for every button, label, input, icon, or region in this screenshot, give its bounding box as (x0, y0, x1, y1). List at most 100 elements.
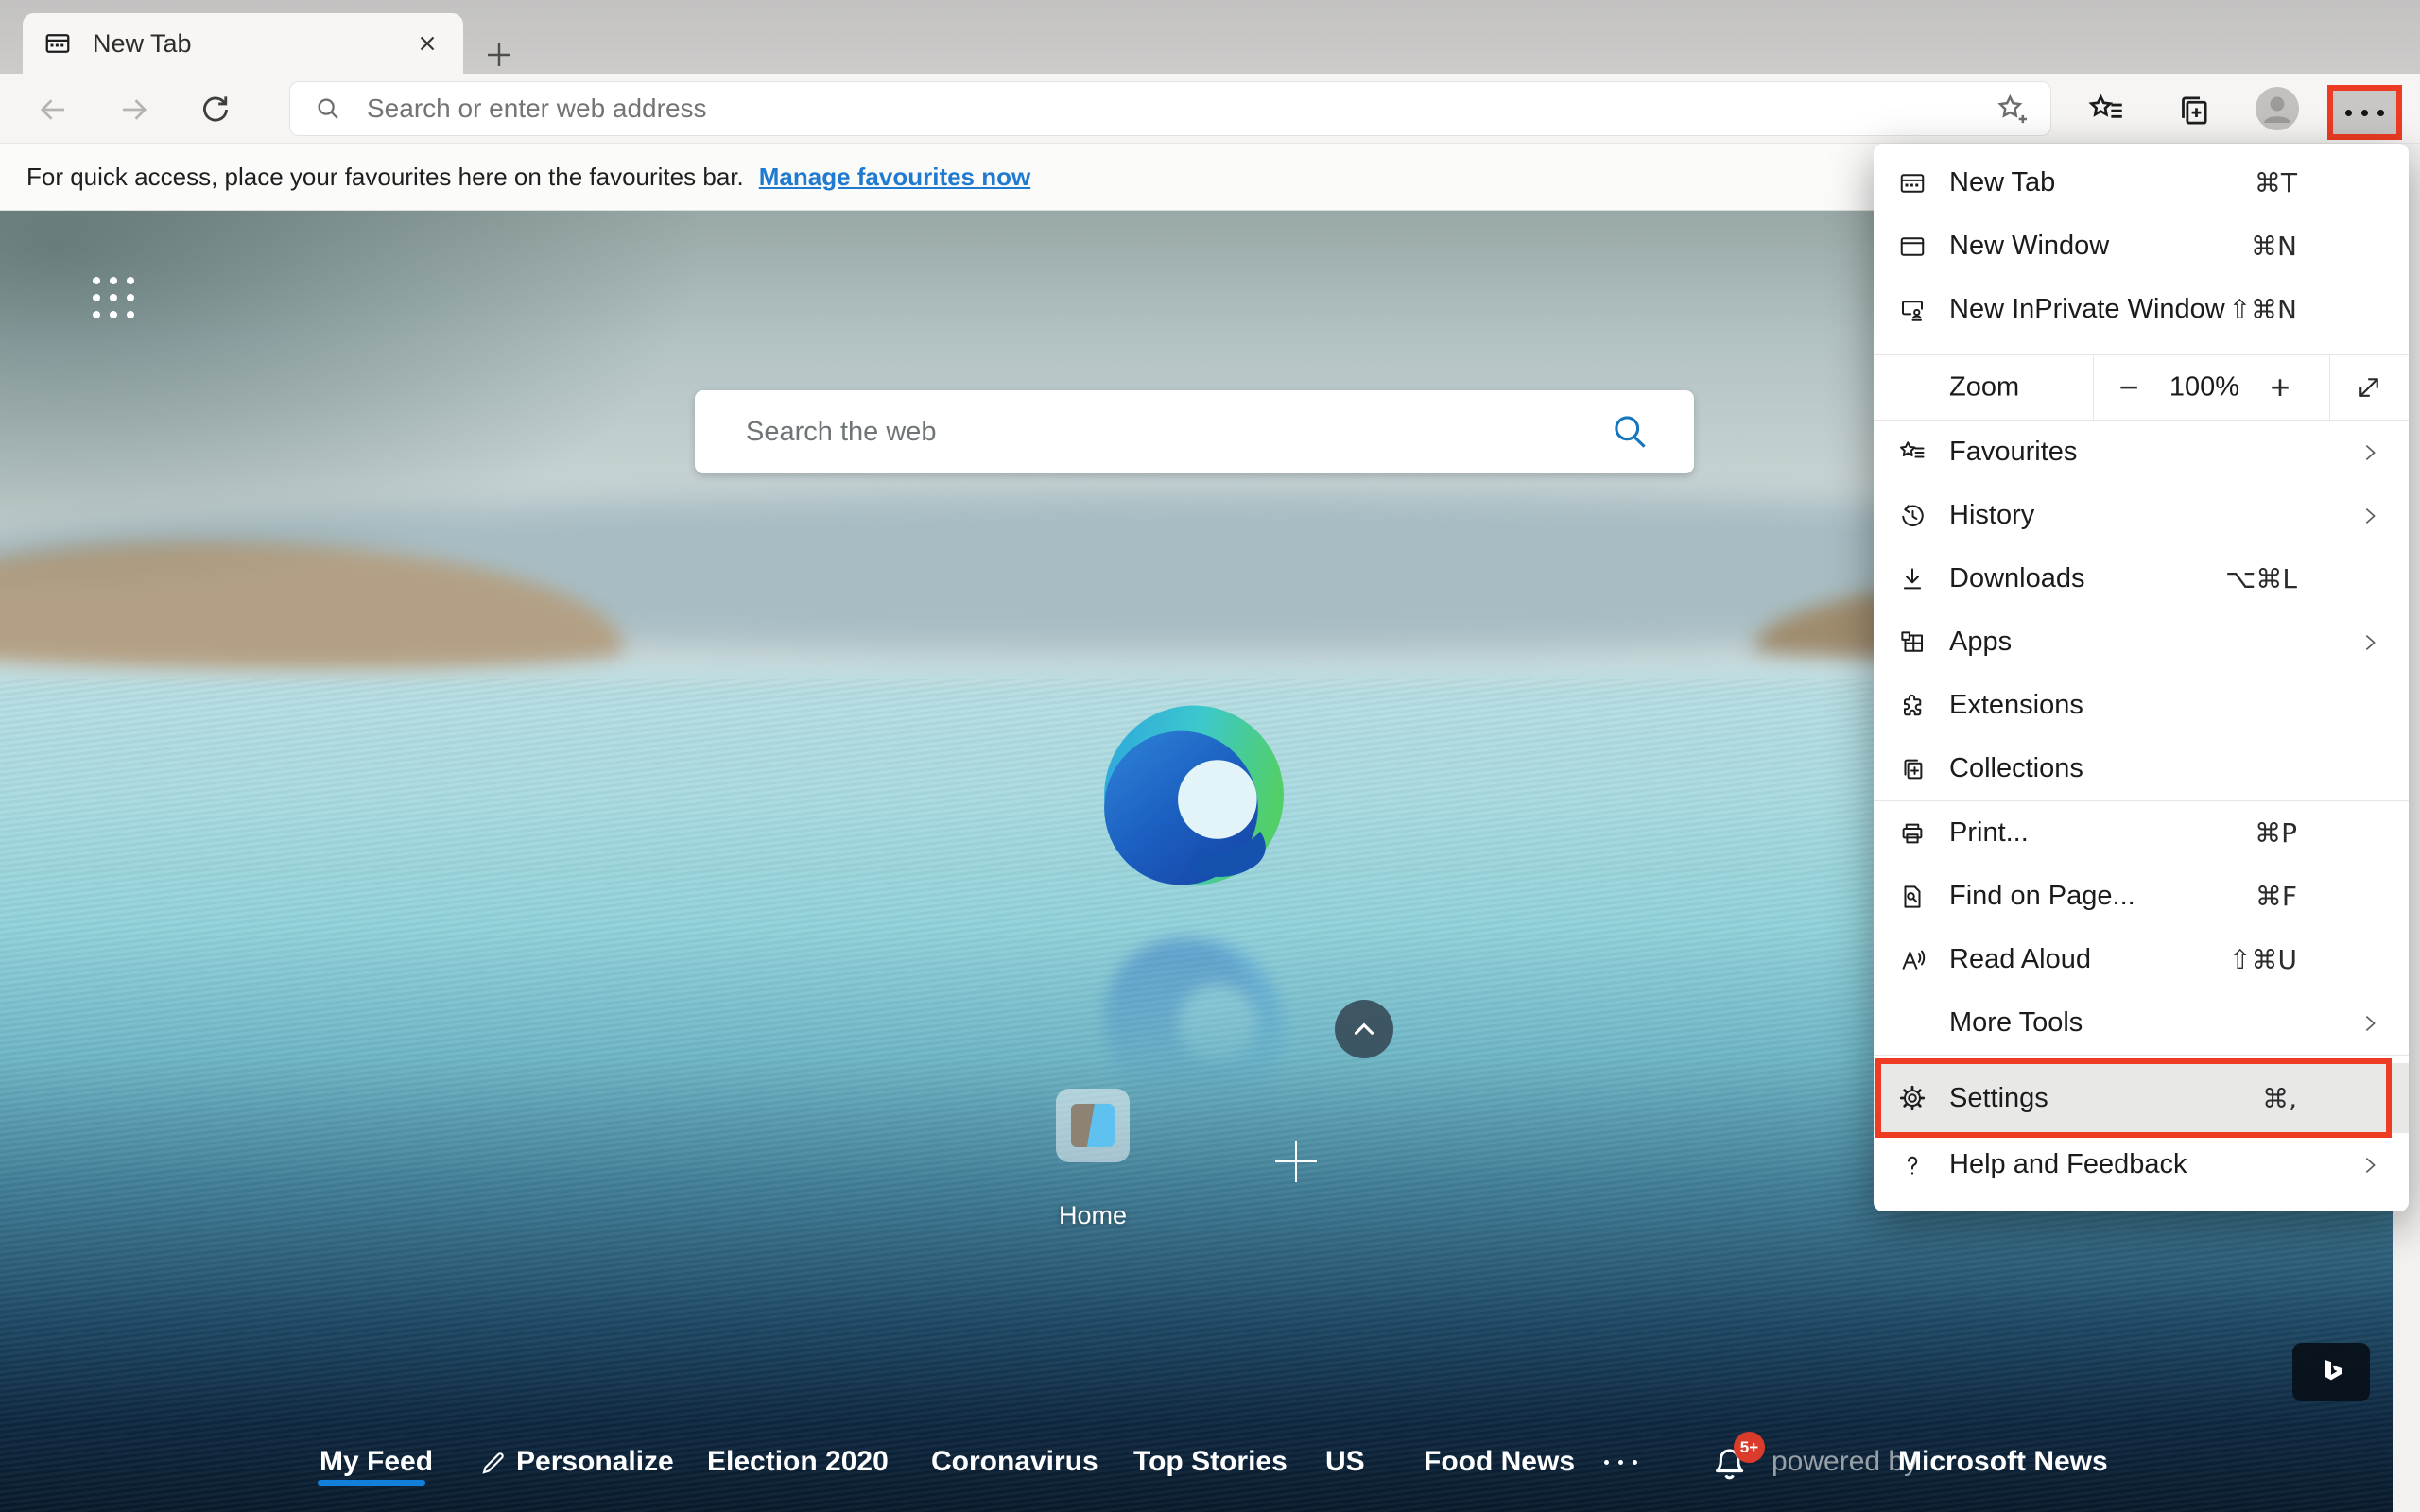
add-favourite-star-icon[interactable] (1993, 90, 2031, 128)
collections-cards-icon (1898, 755, 1927, 783)
menu-item-downloads[interactable]: Downloads ⌥⌘L (1874, 547, 2409, 610)
more-menu-dropdown: New Tab ⌘T New Window ⌘N New InPrivate W… (1874, 144, 2409, 1211)
puzzle-piece-icon (1898, 692, 1927, 720)
tab-new-tab[interactable]: New Tab (23, 13, 463, 74)
menu-zoom-row: Zoom − 100% + (1874, 355, 2409, 420)
forward-button[interactable] (115, 91, 153, 129)
bottom-nav-top-stories[interactable]: Top Stories (1133, 1446, 1288, 1478)
menu-item-label: New Tab (1949, 167, 2055, 198)
manage-favourites-link[interactable]: Manage favourites now (759, 163, 1031, 192)
bottom-nav-more-icon[interactable] (1599, 1460, 1642, 1465)
menu-item-print[interactable]: Print... ⌘P (1874, 801, 2409, 865)
menu-item-read-aloud[interactable]: Read Aloud ⇧⌘U (1874, 928, 2409, 991)
web-search-box[interactable]: Search the web (695, 390, 1694, 473)
bottom-nav-us[interactable]: US (1325, 1446, 1365, 1478)
tab-title: New Tab (93, 29, 408, 59)
gear-icon (1898, 1084, 1927, 1112)
menu-item-label: Downloads (1949, 563, 2084, 594)
powered-by-text: powered by (1772, 1446, 1918, 1478)
menu-item-label: Help and Feedback (1949, 1149, 2187, 1180)
back-button[interactable] (34, 91, 72, 129)
tab-close-icon[interactable] (408, 25, 446, 62)
bing-logo-button[interactable] (2292, 1343, 2370, 1401)
apps-grid-icon (1898, 628, 1927, 657)
bottom-nav-my-feed[interactable]: My Feed (320, 1446, 433, 1478)
menu-item-new-window[interactable]: New Window ⌘N (1874, 215, 2409, 278)
menu-item-new-inprivate-window[interactable]: New InPrivate Window ⇧⌘N (1874, 278, 2409, 341)
fullscreen-icon[interactable] (2355, 373, 2383, 402)
menu-item-help-and-feedback[interactable]: Help and Feedback (1874, 1133, 2409, 1196)
new-window-icon (1898, 232, 1927, 261)
menu-item-find-on-page[interactable]: Find on Page... ⌘F (1874, 865, 2409, 928)
home-shortcut-thumbnail (1071, 1104, 1115, 1147)
menu-item-shortcut: ⌘N (2251, 231, 2297, 262)
reload-button[interactable] (197, 91, 234, 129)
menu-item-label: Apps (1949, 627, 2012, 658)
menu-item-shortcut: ⌥⌘L (2225, 563, 2297, 594)
web-search-placeholder: Search the web (746, 417, 937, 448)
printer-icon (1898, 819, 1927, 848)
menu-item-label: Collections (1949, 753, 2083, 784)
menu-item-more-tools[interactable]: More Tools (1874, 991, 2409, 1055)
tab-bar: New Tab (0, 0, 2420, 74)
chevron-right-icon (2360, 442, 2380, 463)
cursor-crosshair (1275, 1141, 1317, 1182)
menu-item-shortcut: ⌘T (2255, 167, 2297, 198)
bottom-nav-food-news[interactable]: Food News (1424, 1446, 1575, 1478)
menu-item-shortcut: ⇧⌘N (2229, 294, 2297, 325)
zoom-in-button[interactable]: + (2270, 368, 2290, 407)
menu-item-new-tab[interactable]: New Tab ⌘T (1874, 151, 2409, 215)
collections-icon[interactable] (2172, 90, 2214, 131)
favourites-bar-icon[interactable] (2086, 90, 2128, 131)
menu-divider (1874, 1055, 2409, 1056)
pencil-icon (478, 1448, 509, 1478)
download-arrow-icon (1898, 565, 1927, 593)
chevron-right-icon (2360, 1013, 2380, 1034)
menu-item-label: More Tools (1949, 1007, 2083, 1039)
home-shortcut-tile[interactable] (1056, 1089, 1130, 1162)
bottom-nav-coronavirus[interactable]: Coronavirus (931, 1446, 1098, 1478)
menu-item-shortcut: ⇧⌘U (2229, 944, 2297, 975)
menu-item-shortcut: ⌘F (2256, 881, 2297, 912)
ellipsis-icon (2345, 110, 2352, 116)
address-placeholder: Search or enter web address (367, 94, 707, 124)
scroll-up-button[interactable] (1335, 1000, 1393, 1058)
menu-item-label: Read Aloud (1949, 944, 2091, 975)
edge-logo (1087, 693, 1301, 906)
zoom-label: Zoom (1949, 372, 2019, 404)
menu-item-extensions[interactable]: Extensions (1874, 674, 2409, 737)
tab-favicon-icon (43, 29, 72, 58)
menu-item-label: Print... (1949, 817, 2029, 849)
favourites-icon (1898, 438, 1927, 467)
new-tab-icon (1898, 169, 1927, 198)
bottom-nav-election-2020[interactable]: Election 2020 (707, 1446, 889, 1478)
read-aloud-icon (1898, 946, 1927, 974)
menu-item-label: Favourites (1949, 437, 2077, 468)
zoom-out-button[interactable]: − (2118, 368, 2138, 407)
menu-item-settings[interactable]: Settings ⌘, (1874, 1063, 2409, 1133)
profile-avatar[interactable] (2256, 87, 2299, 130)
spacer (1898, 1009, 1927, 1038)
edge-browser-window: New Tab Search or enter web address (0, 0, 2420, 1512)
more-menu-button[interactable] (2327, 85, 2402, 140)
microsoft-news-brand: Microsoft News (1898, 1446, 2108, 1478)
chevron-right-icon (2360, 1155, 2380, 1176)
menu-item-label: Find on Page... (1949, 881, 2135, 912)
menu-item-shortcut: ⌘, (2262, 1083, 2297, 1114)
menu-item-history[interactable]: History (1874, 484, 2409, 547)
history-clock-icon (1898, 502, 1927, 530)
menu-item-shortcut: ⌘P (2255, 817, 2297, 849)
menu-item-label: Extensions (1949, 690, 2083, 721)
search-icon (314, 94, 342, 123)
bottom-nav-personalize[interactable]: Personalize (516, 1446, 674, 1478)
menu-item-collections[interactable]: Collections (1874, 737, 2409, 800)
zoom-level-value: 100% (2169, 372, 2239, 404)
chevron-right-icon (2360, 506, 2380, 526)
address-bar[interactable]: Search or enter web address (289, 81, 2051, 136)
menu-item-apps[interactable]: Apps (1874, 610, 2409, 674)
new-tab-button[interactable] (478, 34, 520, 76)
menu-item-favourites[interactable]: Favourites (1874, 421, 2409, 484)
menu-item-label: Settings (1949, 1083, 2048, 1114)
search-magnifier-icon[interactable] (1609, 411, 1651, 453)
app-launcher-grid-icon[interactable] (93, 277, 134, 318)
